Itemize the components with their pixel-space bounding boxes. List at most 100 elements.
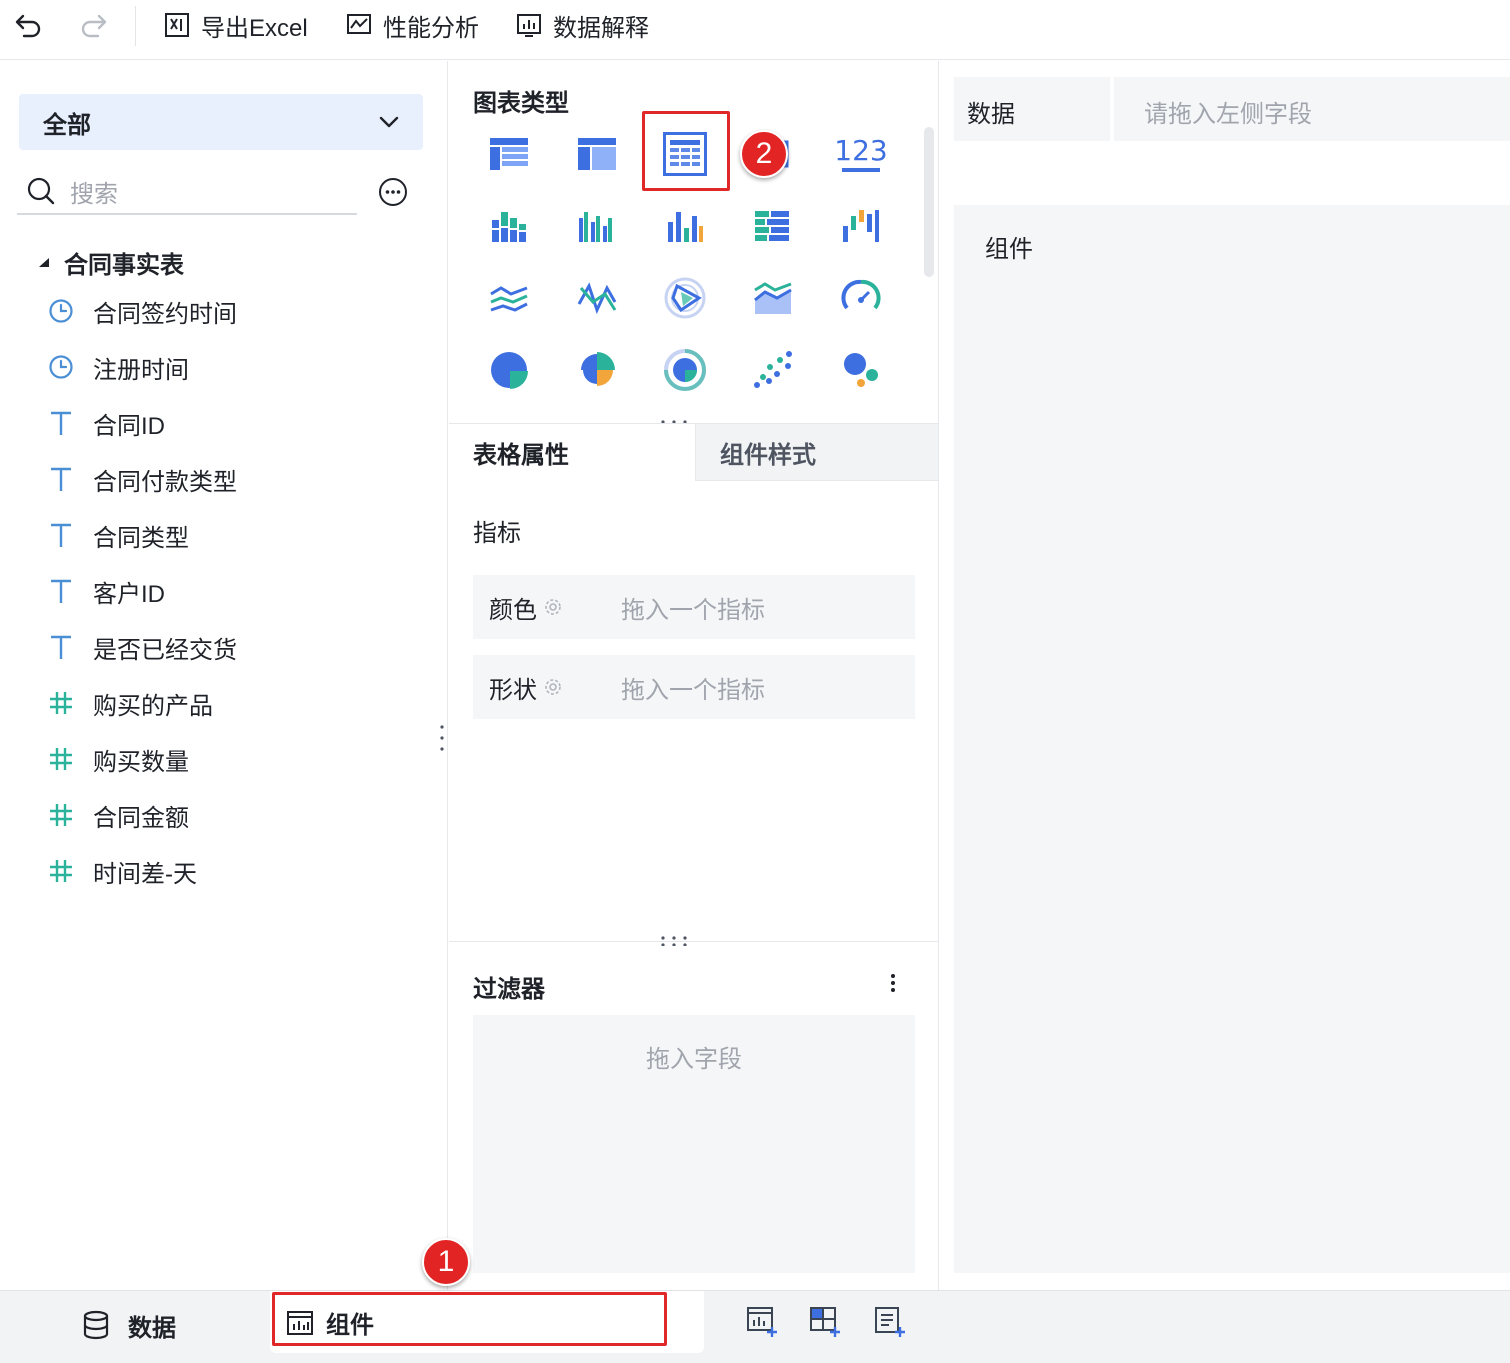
field-item[interactable]: 注册时间: [48, 347, 189, 387]
add-text-component-icon[interactable]: [874, 1305, 908, 1339]
search-placeholder: 搜索: [70, 180, 118, 208]
slot-separator: [1110, 77, 1114, 141]
export-excel-button[interactable]: 导出Excel: [163, 8, 308, 42]
field-item[interactable]: 是否已经交货: [48, 627, 237, 667]
number-type-icon: [48, 746, 74, 772]
field-item-label: 合同签约时间: [93, 300, 237, 328]
add-table-component-icon[interactable]: [809, 1305, 843, 1339]
text-type-icon: [48, 466, 74, 492]
component-preview-area[interactable]: 组件: [954, 205, 1510, 1273]
chevron-down-icon: [379, 116, 399, 128]
field-item-label: 购买数量: [93, 748, 189, 776]
field-item-label: 合同类型: [93, 524, 189, 552]
database-icon: [83, 1310, 109, 1340]
field-item[interactable]: 合同ID: [48, 403, 165, 443]
chart-type-line-icon[interactable]: [575, 276, 619, 320]
add-chart-component-icon[interactable]: [746, 1305, 780, 1339]
chart-type-detail-table-icon[interactable]: [487, 132, 531, 176]
bottom-bar: 数据 组件: [0, 1290, 1510, 1363]
field-item[interactable]: 合同签约时间: [48, 291, 237, 331]
color-drop-zone[interactable]: 颜色 拖入一个指标: [473, 575, 915, 639]
chart-type-multi-line-icon[interactable]: [487, 276, 531, 320]
field-item-label: 合同金额: [93, 804, 189, 832]
component-area-label: 组件: [985, 236, 1033, 263]
text-type-icon: [48, 578, 74, 604]
more-options-icon[interactable]: [378, 177, 408, 207]
tab-table-properties[interactable]: 表格属性: [449, 423, 695, 481]
field-item[interactable]: 购买数量: [48, 739, 189, 779]
chart-type-rose-icon[interactable]: [575, 348, 619, 392]
field-item-label: 客户ID: [93, 580, 165, 608]
chart-type-stacked-column-icon[interactable]: [487, 204, 531, 248]
search-input[interactable]: 搜索: [17, 169, 357, 215]
chart-types-scrollbar[interactable]: [924, 127, 934, 277]
field-item-label: 购买的产品: [93, 692, 213, 720]
field-item-label: 合同ID: [93, 412, 165, 440]
text-type-icon: [48, 410, 74, 436]
performance-icon: [347, 14, 371, 34]
performance-analysis-button[interactable]: 性能分析: [345, 8, 479, 42]
highlight-box-component-tab: [272, 1292, 667, 1346]
filter-title: 过滤器: [473, 976, 545, 1003]
field-item[interactable]: 合同类型: [48, 515, 189, 555]
chart-type-waterfall-icon[interactable]: [839, 204, 883, 248]
chart-type-area-icon[interactable]: [751, 276, 795, 320]
chart-type-donut-icon[interactable]: [663, 348, 707, 392]
field-item-label: 合同付款类型: [93, 468, 237, 496]
field-item[interactable]: 客户ID: [48, 571, 165, 611]
chart-type-pie-icon[interactable]: [487, 348, 531, 392]
toolbar: 导出Excel 性能分析 数据解释: [0, 0, 1510, 60]
table-tree-node[interactable]: 合同事实表: [38, 245, 184, 280]
filter-drop-zone[interactable]: 拖入字段: [473, 1015, 915, 1273]
clock-icon: [48, 354, 74, 380]
shape-slot-label-group: 形状: [489, 670, 563, 705]
bottom-tab-data[interactable]: 数据: [82, 1305, 176, 1345]
chart-type-stacked-bar-icon[interactable]: [751, 204, 795, 248]
scope-dropdown[interactable]: 全部: [19, 94, 423, 150]
text-type-icon: [48, 522, 74, 548]
field-item-label: 是否已经交货: [93, 636, 237, 664]
search-icon: [27, 177, 55, 205]
chart-type-kpi-icon[interactable]: 123: [834, 132, 888, 176]
field-item-label: 注册时间: [93, 356, 189, 384]
section-divider: [449, 941, 939, 942]
field-item[interactable]: 时间差-天: [48, 851, 197, 891]
property-tabs: 表格属性 组件样式: [449, 423, 939, 481]
shape-drop-zone[interactable]: 形状 拖入一个指标: [473, 655, 915, 719]
kpi-icon-label: 123: [834, 133, 888, 167]
data-explain-button[interactable]: 数据解释: [515, 8, 649, 42]
number-type-icon: [48, 802, 74, 828]
chart-type-gauge-icon[interactable]: [839, 276, 883, 320]
gear-icon[interactable]: [543, 597, 563, 617]
data-drop-zone[interactable]: 数据 请拖入左侧字段: [954, 77, 1510, 141]
chart-type-radar-icon[interactable]: [663, 276, 707, 320]
filter-more-icon[interactable]: [883, 971, 903, 995]
chart-type-bubble-icon[interactable]: [839, 348, 883, 392]
number-type-icon: [48, 858, 74, 884]
field-item[interactable]: 购买的产品: [48, 683, 213, 723]
color-drop-placeholder: 拖入一个指标: [621, 596, 765, 624]
chart-type-pivot-table-icon[interactable]: [575, 132, 619, 176]
highlight-box-chart-type: [642, 111, 730, 191]
field-item[interactable]: 合同金额: [48, 795, 189, 835]
field-item[interactable]: 合同付款类型: [48, 459, 237, 499]
undo-icon[interactable]: [14, 10, 44, 40]
color-slot-label-group: 颜色: [489, 590, 563, 625]
field-item-label: 时间差-天: [93, 860, 197, 888]
table-name: 合同事实表: [64, 252, 184, 279]
chart-type-grouped-column-icon[interactable]: [575, 204, 619, 248]
data-explain-icon: [517, 14, 541, 37]
data-binding-panel: 数据 请拖入左侧字段 组件: [940, 61, 1510, 1290]
performance-analysis-label: 性能分析: [383, 14, 479, 42]
chart-type-column-icon[interactable]: [663, 204, 707, 248]
gear-icon[interactable]: [543, 677, 563, 697]
metric-section-label: 指标: [473, 520, 521, 547]
tab-component-style-label: 组件样式: [720, 441, 816, 469]
chart-type-scatter-icon[interactable]: [751, 348, 795, 392]
data-explain-label: 数据解释: [553, 14, 649, 42]
filter-drop-placeholder: 拖入字段: [646, 1046, 742, 1073]
scope-dropdown-value: 全部: [43, 111, 91, 139]
step-badge-2: 2: [740, 130, 788, 178]
redo-icon[interactable]: [78, 10, 108, 40]
tab-component-style[interactable]: 组件样式: [695, 423, 939, 481]
